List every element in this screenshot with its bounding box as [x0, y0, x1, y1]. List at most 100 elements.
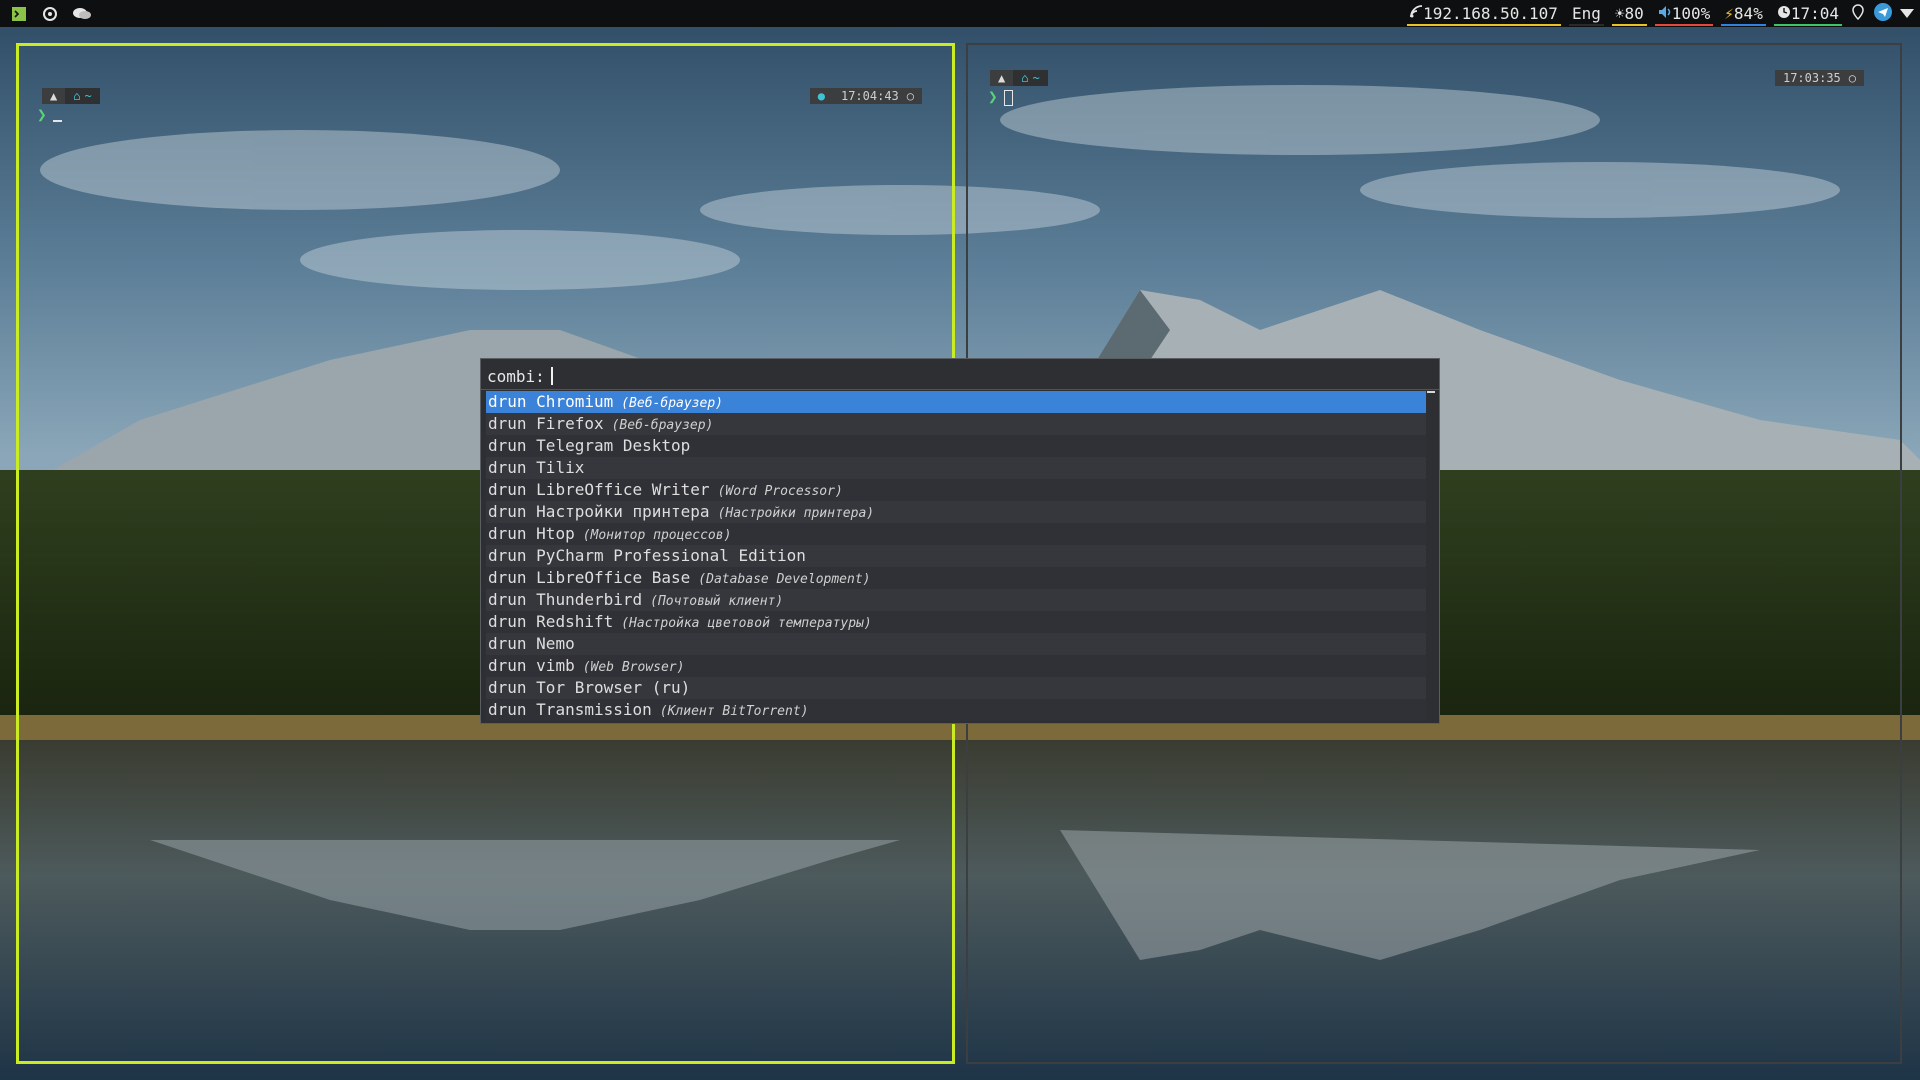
chat-icon[interactable] — [72, 6, 92, 22]
clock-icon — [1777, 4, 1791, 23]
entry-name: Htop — [536, 524, 575, 543]
terminal-cursor — [1004, 90, 1013, 106]
brightness-icon: ☀80 — [1614, 4, 1644, 23]
entry-generic-name: (Монитор процессов) — [582, 528, 732, 543]
rofi-entry[interactable]: drun Tilix — [486, 457, 1426, 479]
entry-generic-name: (Word Processor) — [717, 484, 843, 499]
rofi-entry[interactable]: drun vimb (Web Browser) — [486, 655, 1426, 677]
time-segment: ● 17:04:43 ○ — [809, 88, 922, 104]
wifi-icon — [1900, 4, 1914, 23]
entry-name: Transmission — [536, 700, 652, 719]
prompt-arrow: ❯ — [988, 87, 998, 106]
keyboard-layout[interactable]: Eng — [1565, 0, 1608, 27]
entry-mode: drun — [488, 678, 527, 697]
rofi-entry[interactable]: drun LibreOffice Base (Database Developme… — [486, 567, 1426, 589]
network-indicator[interactable]: 192.168.50.107 — [1403, 0, 1565, 27]
entry-mode: drun — [488, 590, 527, 609]
entry-mode: drun — [488, 656, 527, 675]
entry-name: Tilix — [536, 458, 585, 477]
entry-generic-name: (Клиент BitTorrent) — [659, 704, 809, 719]
rofi-input[interactable]: combi: — [487, 362, 553, 390]
user-icon: ▲ — [42, 88, 66, 104]
entry-mode: drun — [488, 436, 527, 455]
home-icon: ⌂ — [1021, 71, 1029, 85]
clock-time: 17:04 — [1790, 4, 1839, 23]
network-icon — [1410, 5, 1423, 22]
rofi-entry[interactable]: drun Htop (Монитор процессов) — [486, 523, 1426, 545]
rofi-entry[interactable]: drun Transmission (Клиент BitTorrent) — [486, 699, 1426, 721]
terminal-cursor — [53, 120, 62, 122]
network-ip: 192.168.50.107 — [1423, 4, 1558, 23]
entry-mode: drun — [488, 524, 527, 543]
battery-icon: ⚡ — [1724, 4, 1734, 23]
rofi-entry[interactable]: drun Thunderbird (Почтовый клиент) — [486, 589, 1426, 611]
rofi-scrollbar[interactable] — [1427, 391, 1435, 393]
directory-segment: ⌂ ~ — [65, 88, 100, 104]
rofi-entry[interactable]: drun Tor Browser (ru) — [486, 677, 1426, 699]
rofi-entry[interactable]: drun Nemo — [486, 633, 1426, 655]
entry-name: Настройки принтера — [536, 502, 710, 521]
entry-name: Redshift — [536, 612, 614, 631]
current-directory: ~ — [84, 89, 92, 103]
entry-generic-name: (Web Browser) — [582, 660, 685, 675]
rofi-entry[interactable]: drun Telegram Desktop — [486, 435, 1426, 457]
status-dot-icon: ● — [809, 88, 833, 104]
location-icon — [1852, 3, 1864, 24]
time-segment: 17:03:35 ○ — [1774, 70, 1864, 86]
prompt-time: 17:04:43 — [832, 88, 907, 104]
rofi-entry[interactable]: drun PyCharm Professional Edition — [486, 545, 1426, 567]
rofi-prompt: combi: — [487, 366, 545, 386]
rofi-entry-list[interactable]: drun Chromium (Веб-браузер) drun Firefox (В… — [486, 391, 1426, 721]
rofi-launcher[interactable]: combi: drun Chromium (Веб-браузер) drun Fi… — [480, 358, 1440, 724]
settings-icon[interactable] — [42, 6, 58, 22]
entry-name: LibreOffice Writer — [536, 480, 710, 499]
battery-indicator[interactable]: ⚡ 84% — [1717, 0, 1770, 27]
entry-mode: drun — [488, 414, 527, 433]
entry-name: Nemo — [536, 634, 575, 653]
current-directory: ~ — [1032, 71, 1040, 85]
rofi-entry[interactable]: drun LibreOffice Writer (Word Processor) — [486, 479, 1426, 501]
entry-generic-name: (Веб-браузер) — [611, 418, 714, 433]
entry-mode: drun — [488, 546, 527, 565]
entry-name: LibreOffice Base — [536, 568, 691, 587]
text-caret — [550, 367, 553, 385]
battery-level: 84% — [1733, 4, 1763, 23]
rofi-entry[interactable]: drun Redshift (Настройка цветовой темпера… — [486, 611, 1426, 633]
rofi-separator — [481, 389, 1439, 390]
clock-indicator[interactable]: 17:04 — [1770, 0, 1846, 27]
layout-label: Eng — [1571, 4, 1601, 23]
clock-circle-icon: ○ — [906, 88, 922, 104]
entry-generic-name: (Database Development) — [698, 572, 871, 587]
telegram-icon — [1874, 2, 1892, 25]
entry-mode: drun — [488, 480, 527, 499]
entry-mode: drun — [488, 392, 527, 411]
rofi-entry[interactable]: drun Chromium (Веб-браузер) — [486, 391, 1426, 413]
entry-name: vimb — [536, 656, 575, 675]
entry-name: Tor Browser (ru) — [536, 678, 691, 697]
volume-indicator[interactable]: 100% — [1651, 0, 1718, 27]
entry-mode: drun — [488, 612, 527, 631]
entry-mode: drun — [488, 568, 527, 587]
rofi-entry[interactable]: drun Firefox (Веб-браузер) — [486, 413, 1426, 435]
entry-generic-name: (Веб-браузер) — [621, 396, 723, 411]
rofi-entry[interactable]: drun Настройки принтера (Настройки принте… — [486, 501, 1426, 523]
user-icon: ▲ — [990, 70, 1014, 86]
entry-name: Telegram Desktop — [536, 436, 691, 455]
prompt-arrow: ❯ — [37, 105, 47, 124]
telegram-tray[interactable] — [1870, 0, 1896, 27]
entry-name: Chromium — [536, 392, 614, 411]
entry-name: Firefox — [536, 414, 604, 433]
terminal-icon[interactable] — [12, 6, 28, 22]
entry-mode: drun — [488, 458, 527, 477]
location-tray[interactable] — [1846, 0, 1870, 27]
prompt-segment: ▲ ⌂ ~ — [42, 88, 100, 104]
brightness-indicator[interactable]: ☀80 — [1608, 0, 1651, 27]
clock-circle-icon: ○ — [1848, 70, 1864, 86]
top-bar: 192.168.50.107 Eng ☀80 100% ⚡ 84% 17:04 — [0, 0, 1920, 27]
volume-icon — [1658, 4, 1672, 23]
entry-generic-name: (Почтовый клиент) — [650, 594, 784, 609]
entry-generic-name: (Настройки принтера) — [717, 506, 875, 521]
wifi-tray[interactable] — [1896, 0, 1920, 27]
entry-generic-name: (Настройка цветовой температуры) — [621, 616, 872, 631]
entry-mode: drun — [488, 700, 527, 719]
